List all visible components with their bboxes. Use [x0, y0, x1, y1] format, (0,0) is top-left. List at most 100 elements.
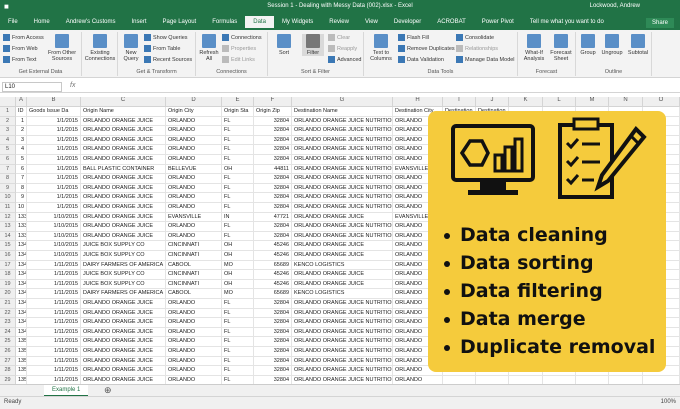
text-to-columns-button[interactable]: Text to Columns — [366, 34, 396, 62]
table-cell[interactable]: ORLANDO ORANGE JUICE — [292, 279, 393, 290]
table-cell[interactable]: FL — [222, 203, 254, 213]
table-cell[interactable]: 4 — [16, 145, 27, 155]
table-cell[interactable]: 10 — [16, 203, 27, 213]
table-cell[interactable]: ORLANDO ORANGE JUICE — [81, 183, 166, 194]
table-cell[interactable]: ORLANDO ORANGE JUICE — [81, 366, 166, 376]
existing-connections-button[interactable]: Existing Connections — [84, 34, 116, 62]
table-cell[interactable]: CINCINNATI — [166, 279, 222, 290]
table-cell[interactable]: ORLANDO ORANGE JUICE NUTRITION — [292, 222, 393, 232]
table-cell[interactable]: ORLANDO ORANGE JUICE — [81, 337, 166, 347]
table-cell[interactable]: BALL PLASTIC CONTAINER — [81, 164, 166, 175]
table-cell[interactable]: 1/11/2015 — [27, 356, 81, 367]
table-cell[interactable]: 1341 — [16, 251, 27, 261]
table-cell[interactable]: FL — [222, 299, 254, 309]
ungroup-button[interactable]: Ungroup — [600, 34, 624, 56]
table-cell[interactable] — [509, 375, 543, 384]
tab-9[interactable]: View — [357, 16, 386, 28]
table-cell[interactable]: 2 — [16, 126, 27, 136]
table-cell[interactable] — [609, 375, 643, 384]
table-cell[interactable]: ORLANDO ORANGE JUICE — [81, 375, 166, 384]
table-cell[interactable]: 1/11/2015 — [27, 260, 81, 271]
name-box[interactable]: L10 — [2, 82, 62, 92]
table-cell[interactable]: ORLANDO ORANGE JUICE — [292, 251, 393, 261]
table-cell[interactable]: IN — [222, 212, 254, 223]
row-header[interactable]: 6 — [0, 155, 16, 165]
add-sheet-icon[interactable]: ⊕ — [104, 385, 112, 396]
show-queries-button[interactable]: Show Queries — [144, 34, 188, 41]
table-cell[interactable]: 32804 — [254, 327, 292, 338]
flash-fill-button[interactable]: Flash Fill — [398, 34, 429, 41]
table-cell[interactable]: FL — [222, 356, 254, 367]
table-cell[interactable]: OH — [222, 241, 254, 251]
row-header[interactable]: 18 — [0, 270, 16, 280]
user-name[interactable]: Lockwood, Andrew — [590, 3, 640, 9]
table-cell[interactable]: FL — [222, 337, 254, 347]
table-cell[interactable]: ORLANDO — [166, 356, 222, 367]
table-cell[interactable]: FL — [222, 193, 254, 203]
remove-duplicates-button[interactable]: Remove Duplicates — [398, 45, 455, 52]
table-cell[interactable]: ORLANDO ORANGE JUICE — [81, 203, 166, 213]
table-cell[interactable]: 3 — [16, 135, 27, 146]
column-header[interactable]: L — [543, 97, 576, 107]
table-cell[interactable]: 32804 — [254, 174, 292, 184]
table-cell[interactable]: ORLANDO ORANGE JUICE NUTRITION — [292, 155, 393, 165]
table-cell[interactable]: 1/1/2015 — [27, 155, 81, 165]
table-cell[interactable]: 1/1/2015 — [27, 193, 81, 203]
table-cell[interactable]: ORLANDO ORANGE JUICE — [81, 174, 166, 184]
table-cell[interactable]: 7 — [16, 174, 27, 184]
table-cell[interactable]: 32804 — [254, 135, 292, 146]
row-header[interactable]: 8 — [0, 174, 16, 184]
column-header[interactable]: M — [576, 97, 609, 107]
table-cell[interactable]: FL — [222, 375, 254, 384]
table-cell[interactable]: ORLANDO — [166, 231, 222, 242]
table-cell[interactable]: 32804 — [254, 337, 292, 347]
table-cell[interactable]: CINCINNATI — [166, 241, 222, 251]
row-header[interactable]: 27 — [0, 356, 16, 367]
table-cell[interactable]: 1/11/2015 — [27, 337, 81, 347]
table-cell[interactable]: ORLANDO — [166, 337, 222, 347]
table-cell[interactable]: ORLANDO ORANGE JUICE NUTRITION — [292, 126, 393, 136]
table-cell[interactable]: 32804 — [254, 356, 292, 367]
manage-data-model-button[interactable]: Manage Data Model — [456, 56, 515, 63]
table-cell[interactable]: 32804 — [254, 366, 292, 376]
table-cell[interactable]: 32804 — [254, 203, 292, 213]
header-cell[interactable]: Origin Zip — [254, 107, 292, 117]
table-cell[interactable]: ORLANDO ORANGE JUICE — [81, 222, 166, 232]
table-cell[interactable]: FL — [222, 327, 254, 338]
table-cell[interactable]: ORLANDO ORANGE JUICE — [81, 231, 166, 242]
table-cell[interactable]: 45246 — [254, 270, 292, 280]
table-cell[interactable]: OH — [222, 251, 254, 261]
table-cell[interactable]: 1348 — [16, 318, 27, 328]
table-cell[interactable]: ORLANDO ORANGE JUICE — [81, 193, 166, 203]
header-cell[interactable]: Origin Name — [81, 107, 166, 117]
table-cell[interactable]: OH — [222, 279, 254, 290]
table-cell[interactable]: ORLANDO ORANGE JUICE — [292, 241, 393, 251]
table-cell[interactable]: 32804 — [254, 145, 292, 155]
column-header[interactable]: C — [81, 97, 166, 107]
fx-label[interactable]: fx — [70, 82, 75, 89]
row-header[interactable]: 25 — [0, 337, 16, 347]
table-cell[interactable]: OH — [222, 164, 254, 175]
table-cell[interactable]: 1345 — [16, 289, 27, 299]
table-cell[interactable]: ORLANDO — [166, 308, 222, 319]
row-header[interactable]: 12 — [0, 212, 16, 223]
table-cell[interactable]: ORLANDO ORANGE JUICE — [81, 327, 166, 338]
connections-button[interactable]: Connections — [222, 34, 262, 41]
tab-4[interactable]: Page Layout — [155, 16, 205, 28]
table-cell[interactable]: 9 — [16, 193, 27, 203]
subtotal-button[interactable]: Subtotal — [626, 34, 650, 56]
table-cell[interactable]: BELLEVUE — [166, 164, 222, 175]
table-cell[interactable]: FL — [222, 231, 254, 242]
table-cell[interactable]: 6 — [16, 164, 27, 175]
table-cell[interactable]: ORLANDO ORANGE JUICE — [81, 155, 166, 165]
table-cell[interactable]: OH — [222, 270, 254, 280]
table-cell[interactable]: ORLANDO ORANGE JUICE NUTRITION — [292, 203, 393, 213]
table-cell[interactable]: 32804 — [254, 347, 292, 357]
table-cell[interactable]: ORLANDO ORANGE JUICE NUTRITION — [292, 308, 393, 319]
column-header[interactable]: N — [609, 97, 643, 107]
table-cell[interactable]: 1/11/2015 — [27, 327, 81, 338]
refresh-all-button[interactable]: Refresh All — [198, 34, 220, 62]
table-cell[interactable]: ORLANDO ORANGE JUICE NUTRITION — [292, 366, 393, 376]
table-cell[interactable]: 65689 — [254, 260, 292, 271]
data-validation-button[interactable]: Data Validation — [398, 56, 444, 63]
